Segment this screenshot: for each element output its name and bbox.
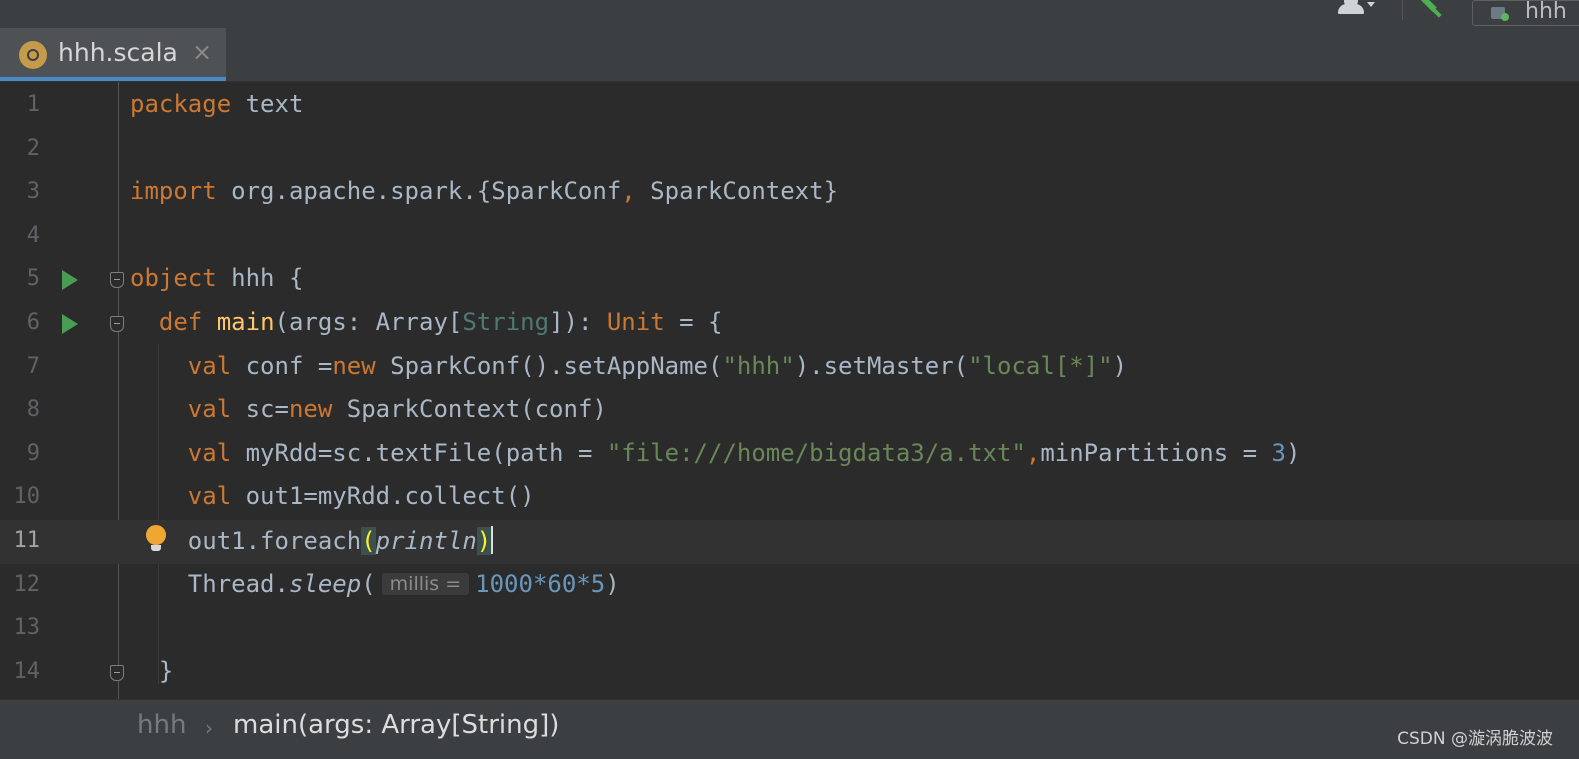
run-configuration-selector[interactable]: hhh	[1472, 0, 1579, 26]
code-line[interactable]: 1 package text	[0, 84, 1579, 128]
code-text: }	[158, 656, 174, 685]
breadcrumb-item-method[interactable]: main(args: Array[String])	[233, 710, 559, 740]
code-line[interactable]: 5 object hhh {	[0, 258, 1579, 302]
title-toolbar: hhh	[0, 0, 1579, 29]
run-play-icon[interactable]	[62, 270, 78, 291]
breadcrumb: hhh › main(args: Array[String]) CSDN @漩涡…	[0, 699, 1579, 759]
line-number: 7	[26, 353, 40, 379]
line-number: 9	[26, 440, 40, 466]
breadcrumb-item-object[interactable]: hhh	[137, 710, 186, 740]
code-text: val sc=new SparkContext(conf)	[187, 395, 607, 424]
line-number: 2	[26, 135, 40, 161]
code-text: out1.foreach(println)	[187, 526, 494, 555]
code-text: val conf =new SparkConf().setAppName("hh…	[187, 351, 1128, 380]
close-icon[interactable]: ×	[192, 38, 212, 66]
text-caret	[491, 526, 494, 554]
code-line[interactable]: 3 import org.apache.spark.{SparkConf, Sp…	[0, 171, 1579, 215]
editor-tabs: hhh.scala ×	[0, 28, 1579, 82]
line-number: 8	[26, 397, 40, 423]
line-number: 5	[26, 266, 40, 292]
code-line[interactable]: 12 Thread.sleep(millis = 1000*60*5)	[0, 564, 1579, 608]
fold-icon[interactable]	[110, 272, 124, 289]
user-account-icon[interactable]	[1334, 0, 1378, 18]
parameter-hint: millis =	[381, 572, 470, 595]
line-number: 3	[26, 179, 40, 205]
line-number: 4	[26, 222, 40, 248]
line-number: 1	[26, 92, 40, 117]
code-line[interactable]: 4	[0, 215, 1579, 259]
run-play-icon[interactable]	[62, 314, 78, 334]
code-text: val myRdd=sc.textFile(path = "file:///ho…	[187, 438, 1301, 467]
code-text: import org.apache.spark.{SparkConf, Spar…	[130, 177, 839, 206]
breadcrumb-separator: ›	[205, 716, 213, 740]
watermark: CSDN @漩涡脆波波	[1397, 729, 1553, 749]
code-line[interactable]: 2	[0, 128, 1579, 172]
code-line-current[interactable]: 11 out1.foreach(println)	[0, 520, 1579, 564]
code-line[interactable]: 13	[0, 607, 1579, 651]
config-status-dot	[1501, 13, 1509, 21]
line-number: 13	[13, 615, 41, 641]
code-line[interactable]: 14 }	[0, 651, 1579, 695]
run-config-label: hhh	[1525, 0, 1567, 24]
code-text: Thread.sleep(millis = 1000*60*5)	[187, 569, 620, 598]
line-number: 12	[13, 571, 41, 597]
toolbar-separator	[1402, 0, 1403, 20]
line-number: 10	[13, 484, 41, 510]
fold-icon[interactable]	[110, 316, 124, 332]
code-line[interactable]: 7 val conf =new SparkConf().setAppName("…	[0, 346, 1579, 390]
code-text: object hhh {	[130, 264, 304, 293]
line-number: 14	[13, 658, 41, 684]
code-line[interactable]: 10 val out1=myRdd.collect()	[0, 476, 1579, 520]
code-text: package text	[130, 90, 304, 118]
tab-hhh-scala[interactable]: hhh.scala ×	[0, 28, 226, 81]
code-editor[interactable]: 1 package text 2 3 import org.apache.spa…	[0, 82, 1579, 699]
tab-label: hhh.scala	[58, 38, 178, 67]
build-hammer-icon[interactable]	[1420, 0, 1450, 18]
code-line[interactable]: 9 val myRdd=sc.textFile(path = "file:///…	[0, 433, 1579, 477]
code-text: def main(args: Array[String]): Unit = {	[158, 308, 723, 336]
fold-icon[interactable]	[110, 664, 124, 681]
scala-object-icon	[19, 41, 47, 69]
code-line[interactable]: 6 def main(args: Array[String]): Unit = …	[0, 302, 1579, 346]
line-number: 11	[13, 528, 41, 553]
code-text: val out1=myRdd.collect()	[187, 482, 535, 511]
line-number: 6	[26, 310, 40, 335]
code-line[interactable]: 8 val sc=new SparkContext(conf)	[0, 389, 1579, 433]
